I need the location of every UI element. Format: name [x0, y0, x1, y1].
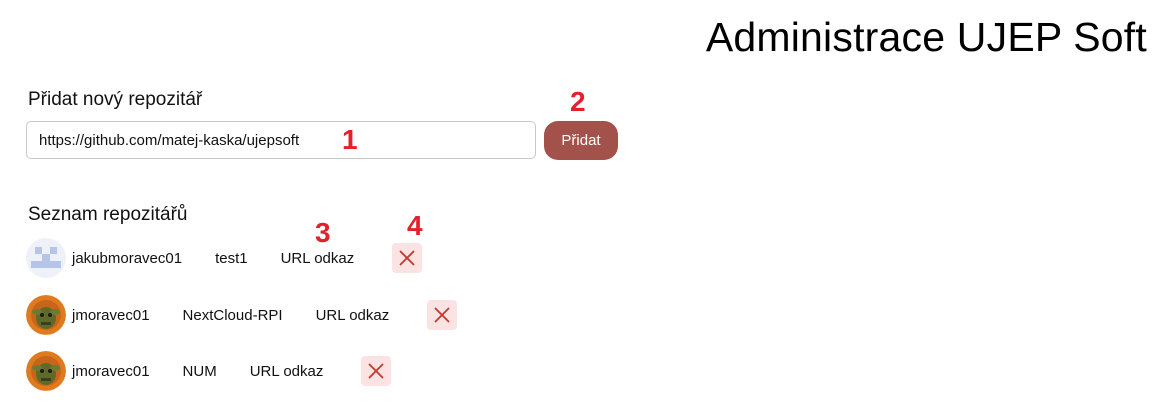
repo-list-label: Seznam repozitářů: [28, 204, 188, 225]
repo-url-input[interactable]: [26, 121, 536, 159]
repo-name: NUM: [182, 362, 217, 380]
repo-row: jmoravec01 NUM URL odkaz: [26, 351, 392, 391]
repo-name: test1: [215, 249, 248, 267]
character-avatar: [26, 351, 66, 391]
close-icon: [434, 307, 450, 323]
close-icon: [368, 363, 385, 379]
repo-owner: jmoravec01: [72, 306, 150, 324]
annotation-marker: 2: [570, 86, 586, 117]
repo-row: jakubmoravec01 test1 URL odkaz: [26, 238, 423, 278]
character-avatar: [26, 295, 66, 335]
repo-name: NextCloud-RPI: [182, 306, 283, 324]
delete-repo-button[interactable]: [427, 300, 458, 330]
delete-repo-button[interactable]: [361, 356, 392, 386]
annotation-marker: 1: [342, 124, 358, 155]
admin-page: Administrace UJEP Soft Přidat nový repoz…: [0, 0, 1175, 412]
add-repo-button[interactable]: Přidat: [544, 121, 618, 160]
add-repo-label: Přidat nový repozitář: [28, 89, 203, 110]
identicon-avatar: [26, 238, 66, 278]
close-icon: [399, 250, 415, 266]
repo-url-link[interactable]: URL odkaz: [281, 250, 355, 267]
page-title: Administrace UJEP Soft: [705, 14, 1147, 60]
repo-owner: jmoravec01: [72, 362, 150, 380]
repo-url-link[interactable]: URL odkaz: [316, 307, 390, 324]
repo-row: jmoravec01 NextCloud-RPI URL odkaz: [26, 295, 458, 335]
delete-repo-button[interactable]: [392, 243, 423, 273]
repo-owner: jakubmoravec01: [72, 249, 183, 267]
repo-url-link[interactable]: URL odkaz: [250, 363, 324, 380]
